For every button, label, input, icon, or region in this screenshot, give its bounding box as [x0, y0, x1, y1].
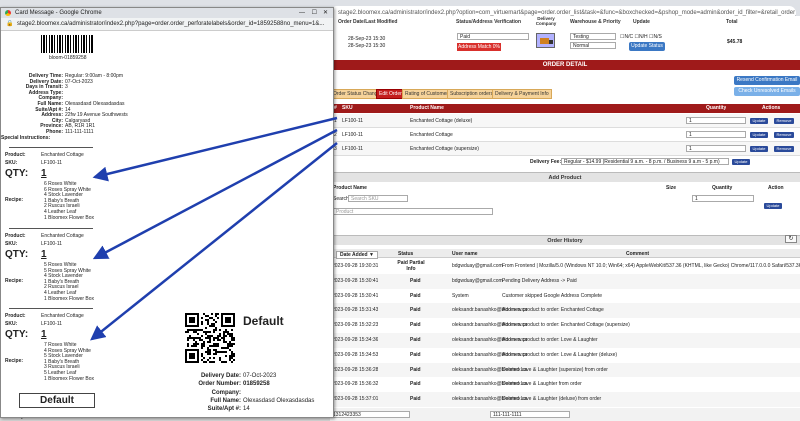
arrow-item-1 — [92, 116, 338, 182]
screen: stage2.bloomex.ca/administrator/index2.p… — [0, 0, 800, 421]
annotation-arrows — [90, 116, 338, 341]
